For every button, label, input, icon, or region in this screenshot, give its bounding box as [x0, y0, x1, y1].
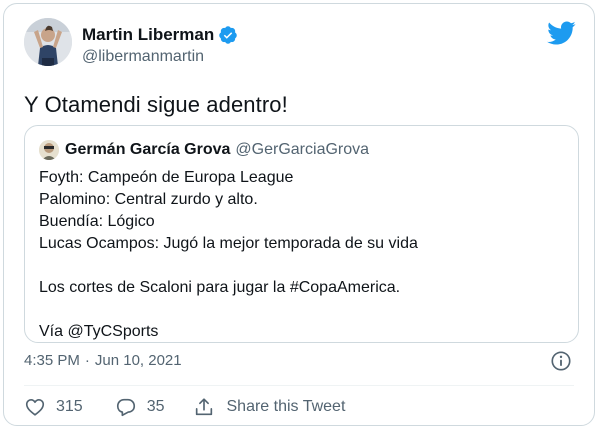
divider [24, 385, 574, 386]
reply-button[interactable]: 35 [115, 396, 165, 418]
quoted-line-gap [39, 255, 418, 277]
twitter-bird-icon[interactable] [546, 20, 576, 46]
author-info[interactable]: Martin Liberman @libermanmartin [82, 24, 238, 66]
tweet-date[interactable]: Jun 10, 2021 [95, 352, 182, 369]
tweet-time[interactable]: 4:35 PM [24, 352, 80, 369]
share-button[interactable]: Share this Tweet [193, 396, 346, 418]
like-button[interactable]: 315 [24, 396, 83, 418]
quoted-line: Foyth: Campeón de Europa League [39, 169, 294, 186]
verified-badge-icon [218, 25, 238, 45]
reply-count: 35 [146, 398, 165, 415]
quoted-line-gap [39, 299, 418, 321]
share-icon [195, 398, 212, 416]
quoted-author-handle[interactable]: @GerGarciaGrova [235, 141, 369, 159]
quoted-line: Palomino: Central zurdo y alto. [39, 191, 258, 208]
share-label[interactable]: Share this Tweet [227, 398, 346, 416]
heart-icon [25, 399, 45, 416]
quoted-line: Vía @TyCSports [39, 323, 159, 340]
reply-icon [116, 398, 135, 417]
author-avatar[interactable] [24, 18, 72, 66]
author-handle[interactable]: @libermanmartin [82, 48, 238, 66]
tweet-actions: 315 35 Share this Tweet [24, 394, 345, 420]
author-name[interactable]: Martin Liberman [82, 25, 214, 45]
quoted-tweet-text: Foyth: Campeón de Europa League Palomino… [39, 167, 418, 343]
timestamp-separator: · [84, 352, 90, 369]
quoted-line: Buendía: Lógico [39, 213, 155, 230]
tweet-text: Y Otamendi sigue adentro! [24, 92, 288, 117]
quoted-tweet[interactable]: Germán García Grova @GerGarciaGrova Foyt… [24, 125, 579, 343]
tweet-card: Martin Liberman @libermanmartin Y Otamen… [3, 3, 595, 426]
quoted-line: Lucas Ocampos: Jugó la mejor temporada d… [39, 235, 418, 252]
quoted-author-name[interactable]: Germán García Grova [65, 141, 230, 159]
like-count: 315 [56, 398, 83, 415]
quoted-author-avatar[interactable] [39, 140, 59, 160]
info-icon[interactable] [550, 350, 572, 372]
tweet-timestamp[interactable]: 4:35 PM · Jun 10, 2021 [24, 352, 182, 369]
quoted-line: Los cortes de Scaloni para jugar la #Cop… [39, 279, 401, 296]
